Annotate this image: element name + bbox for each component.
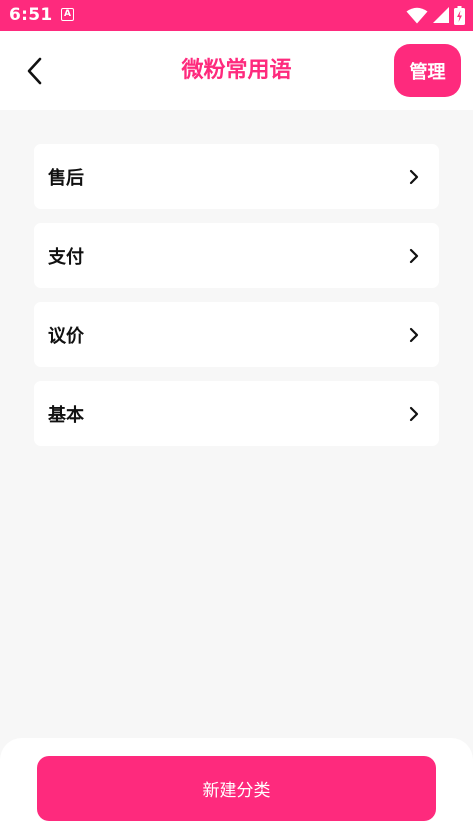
wifi-icon: [406, 7, 428, 23]
header: 微粉常用语 管理: [0, 31, 473, 110]
category-item-basic[interactable]: 基本: [34, 381, 439, 446]
bottom-panel: 新建分类: [0, 738, 473, 840]
chevron-right-icon: [409, 169, 419, 185]
category-list: 售后 支付 议价 基本: [34, 144, 439, 460]
manage-button[interactable]: 管理: [394, 44, 461, 97]
category-item-payment[interactable]: 支付: [34, 223, 439, 288]
category-item-bargain[interactable]: 议价: [34, 302, 439, 367]
status-bar: 6:51 A: [0, 0, 473, 31]
battery-charging-icon: [454, 5, 465, 25]
new-category-button[interactable]: 新建分类: [37, 756, 436, 821]
chevron-right-icon: [409, 406, 419, 422]
notification-a-icon: A: [61, 8, 74, 21]
chevron-right-icon: [409, 248, 419, 264]
back-button[interactable]: [18, 51, 52, 91]
chevron-left-icon: [27, 57, 42, 85]
category-label: 议价: [48, 325, 84, 347]
category-label: 售后: [48, 167, 84, 189]
chevron-right-icon: [409, 327, 419, 343]
status-icons: [406, 5, 465, 25]
signal-icon: [433, 7, 449, 23]
category-item-after-sales[interactable]: 售后: [34, 144, 439, 209]
category-label: 基本: [48, 404, 84, 426]
category-label: 支付: [48, 246, 84, 268]
status-time: 6:51: [9, 5, 53, 25]
